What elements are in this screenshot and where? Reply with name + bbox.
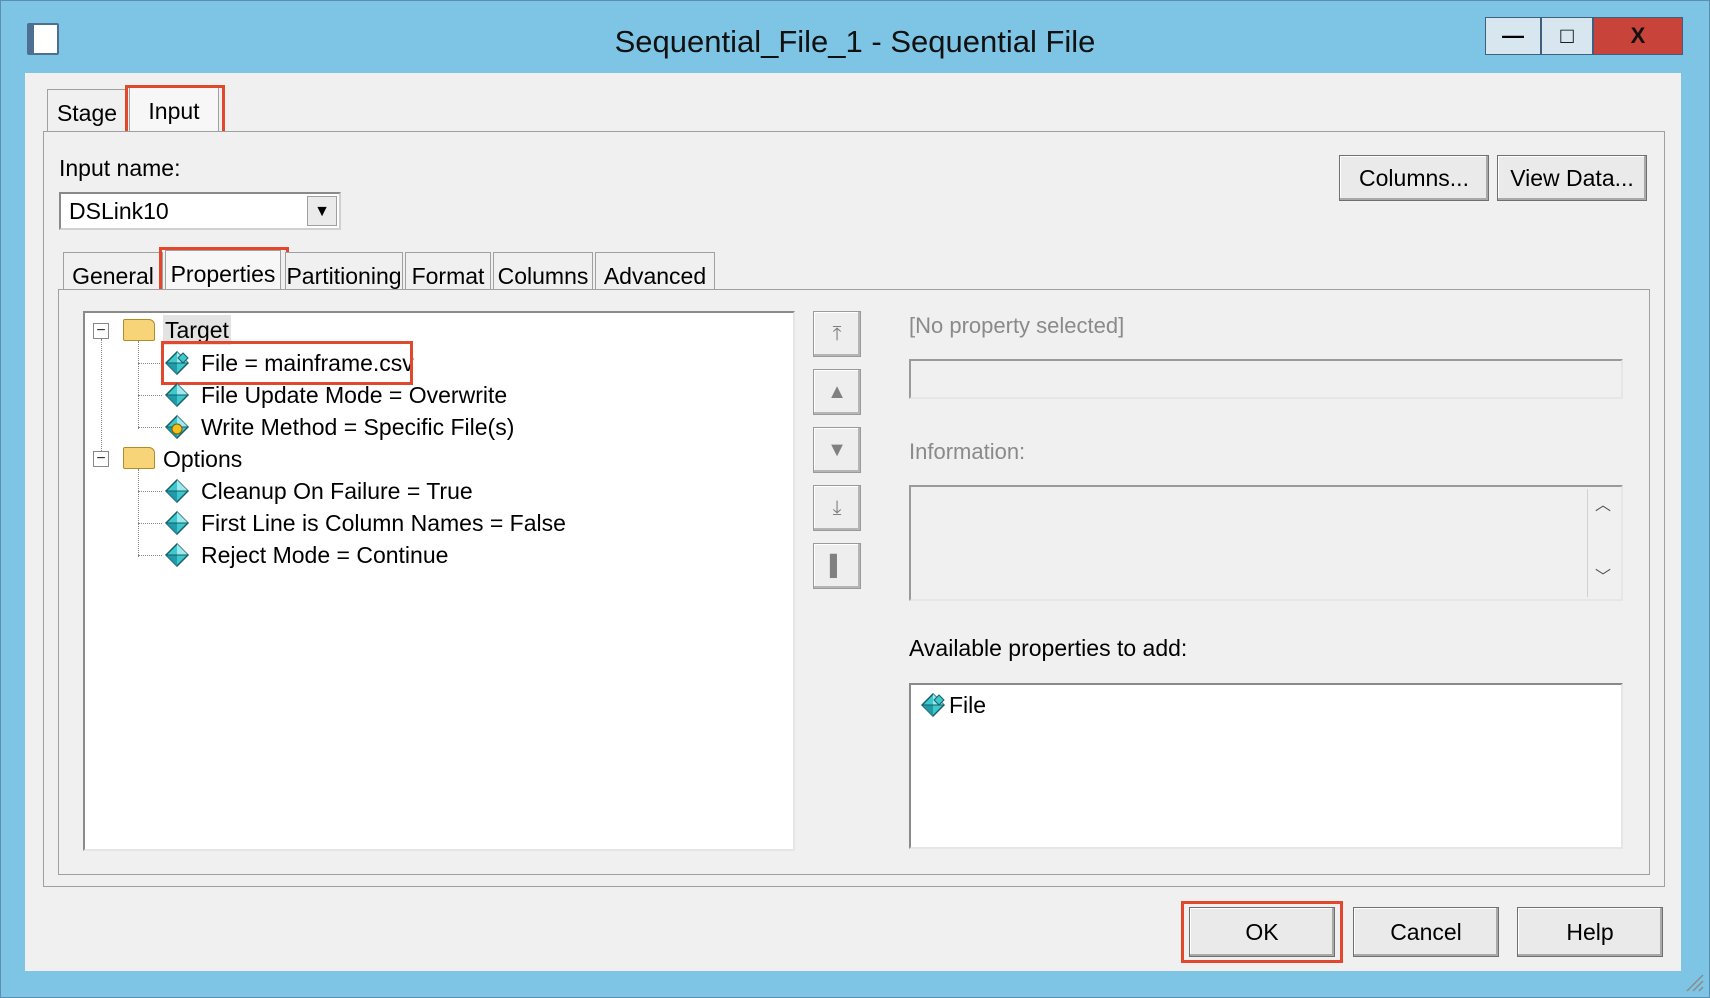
dialog-window: Sequential_File_1 - Sequential File — □ … xyxy=(0,0,1710,998)
input-name-value: DSLink10 xyxy=(69,198,169,224)
tree-item-file-update-mode[interactable]: File Update Mode = Overwrite xyxy=(201,380,507,410)
move-down-button[interactable]: ▼ xyxy=(813,427,861,473)
information-box: ︿ ﹀ xyxy=(909,485,1623,601)
tree-line xyxy=(138,555,162,556)
tree-group-options[interactable]: Options xyxy=(163,444,242,474)
view-data-button[interactable]: View Data... xyxy=(1497,155,1647,201)
title-bar[interactable]: Sequential_File_1 - Sequential File — □ … xyxy=(1,1,1709,81)
folder-icon xyxy=(123,447,155,469)
information-label: Information: xyxy=(909,439,1026,464)
tree-item-write-method[interactable]: Write Method = Specific File(s) xyxy=(201,412,514,442)
maximize-button[interactable]: □ xyxy=(1541,17,1593,55)
expand-options-icon[interactable]: − xyxy=(93,451,109,467)
tab-stage[interactable]: Stage xyxy=(47,89,127,133)
tree-line xyxy=(138,491,162,492)
help-button[interactable]: Help xyxy=(1517,907,1663,957)
property-value-field[interactable] xyxy=(909,359,1623,399)
resize-grip-icon[interactable] xyxy=(1683,971,1705,993)
move-up-button[interactable]: ▲ xyxy=(813,369,861,415)
columns-button[interactable]: Columns... xyxy=(1339,155,1489,201)
move-to-top-button[interactable]: ⤒ xyxy=(813,311,861,357)
available-properties-label: Available properties to add: xyxy=(909,635,1188,661)
tree-item-reject-mode[interactable]: Reject Mode = Continue xyxy=(201,540,448,570)
tab-properties-highlight xyxy=(159,247,289,295)
cancel-button[interactable]: Cancel xyxy=(1353,907,1499,957)
tab-input-highlight xyxy=(125,85,225,137)
folder-icon xyxy=(123,319,155,341)
tree-line xyxy=(138,427,162,428)
delete-property-button[interactable]: ▌ xyxy=(813,543,861,589)
tree-line xyxy=(138,469,139,557)
property-icon xyxy=(165,479,189,503)
no-property-label: [No property selected] xyxy=(909,313,1125,338)
input-name-label: Input name: xyxy=(59,155,181,181)
minimize-button[interactable]: — xyxy=(1485,17,1541,55)
tree-line xyxy=(138,363,162,364)
tree-line xyxy=(101,339,102,459)
property-icon xyxy=(165,383,189,407)
input-name-select[interactable]: DSLink10 ▼ xyxy=(59,192,341,230)
property-required-icon xyxy=(165,415,189,439)
expand-target-icon[interactable]: − xyxy=(93,323,109,339)
available-item-file[interactable]: File xyxy=(949,690,986,720)
move-to-bottom-button[interactable]: ⤓ xyxy=(813,485,861,531)
property-icon xyxy=(165,511,189,535)
tree-line xyxy=(138,395,162,396)
property-icon xyxy=(165,543,189,567)
close-button[interactable]: X xyxy=(1593,17,1683,55)
window-title: Sequential_File_1 - Sequential File xyxy=(614,24,1096,59)
tree-item-cleanup-on-failure[interactable]: Cleanup On Failure = True xyxy=(201,476,473,506)
tree-item-file-highlight xyxy=(161,341,413,385)
available-properties-list[interactable]: File xyxy=(909,683,1623,849)
tree-item-first-line-column-names[interactable]: First Line is Column Names = False xyxy=(201,508,566,538)
tree-line xyxy=(138,341,139,429)
information-scrollbar[interactable]: ︿ ﹀ xyxy=(1587,489,1619,597)
ok-button-highlight xyxy=(1181,901,1343,963)
tree-line xyxy=(138,523,162,524)
scroll-down-icon[interactable]: ﹀ xyxy=(1588,561,1618,595)
chevron-down-icon[interactable]: ▼ xyxy=(307,196,337,226)
scroll-up-icon[interactable]: ︿ xyxy=(1588,489,1618,523)
property-multi-icon xyxy=(921,693,945,717)
